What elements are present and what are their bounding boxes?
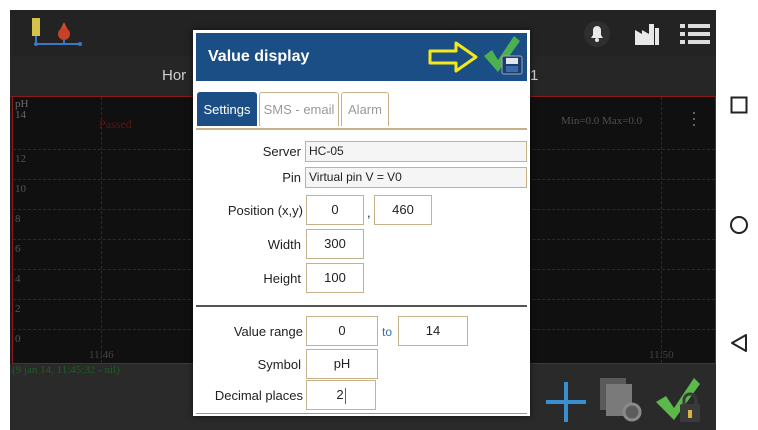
back-icon[interactable] bbox=[730, 333, 748, 358]
y-tick: 8 bbox=[15, 213, 21, 225]
decimal-places-value: 2 bbox=[336, 387, 344, 402]
value-range-to-label: to bbox=[382, 325, 393, 339]
decimal-places-label: Decimal places bbox=[214, 388, 303, 403]
tab-sms-email[interactable]: SMS - email bbox=[259, 92, 339, 126]
x-tick: 11:46 bbox=[89, 349, 114, 361]
list-menu-icon[interactable] bbox=[680, 22, 710, 51]
settings-pages-icon[interactable] bbox=[598, 376, 646, 429]
position-label: Position (x,y) bbox=[227, 203, 303, 218]
dialog-header: Value display bbox=[196, 33, 527, 81]
y-tick: 12 bbox=[15, 153, 26, 165]
value-display-dialog: Value display Settings SMS - email Alarm… bbox=[193, 30, 530, 416]
status-text: Passed bbox=[99, 117, 132, 131]
home-icon[interactable] bbox=[729, 215, 749, 240]
server-field[interactable]: HC-05 bbox=[305, 141, 527, 162]
kebab-menu-icon[interactable]: · · · bbox=[691, 103, 697, 133]
height-label: Height bbox=[263, 271, 301, 286]
status-line: (9 jan 14, 11:45:32 - nil) bbox=[12, 364, 120, 376]
factory-icon[interactable] bbox=[634, 22, 660, 51]
arrow-right-icon bbox=[428, 40, 480, 79]
symbol-input[interactable]: pH bbox=[306, 349, 378, 379]
decimal-places-input[interactable]: 2 bbox=[306, 380, 376, 410]
y-tick: 2 bbox=[15, 303, 21, 315]
check-lock-icon[interactable] bbox=[654, 378, 704, 430]
chart-unit: pH 14 bbox=[15, 99, 28, 121]
unit-max: 14 bbox=[15, 109, 26, 121]
dialog-tabs: Settings SMS - email Alarm bbox=[196, 90, 527, 130]
level-sensor-icon[interactable] bbox=[24, 16, 84, 57]
pin-field[interactable]: Virtual pin V = V0 bbox=[305, 167, 527, 188]
recents-icon[interactable] bbox=[730, 96, 748, 119]
position-x-input[interactable]: 0 bbox=[306, 195, 364, 225]
save-check-icon[interactable] bbox=[482, 36, 526, 83]
plus-icon[interactable] bbox=[546, 382, 586, 427]
minmax-text: Min=0.0 Max=0.0 bbox=[561, 115, 643, 127]
page-tab-home[interactable]: Hor bbox=[162, 67, 186, 84]
value-range-from-input[interactable]: 0 bbox=[306, 316, 378, 346]
server-label: Server bbox=[262, 144, 301, 159]
width-label: Width bbox=[267, 237, 301, 252]
x-tick: 11:50 bbox=[649, 349, 674, 361]
tab-alarm[interactable]: Alarm bbox=[341, 92, 389, 126]
y-tick: 4 bbox=[15, 273, 21, 285]
dialog-title: Value display bbox=[208, 48, 310, 65]
pin-label: Pin bbox=[282, 170, 301, 185]
bottom-divider bbox=[196, 413, 527, 414]
page-tab-right[interactable]: 1 bbox=[530, 67, 538, 84]
y-tick: 6 bbox=[15, 243, 21, 255]
text-cursor bbox=[344, 387, 346, 404]
value-range-to-input[interactable]: 14 bbox=[398, 316, 468, 346]
android-nav-bar bbox=[716, 0, 758, 430]
position-separator: , bbox=[367, 205, 371, 220]
value-range-label: Value range bbox=[233, 324, 303, 339]
grid-line bbox=[661, 97, 663, 363]
grid-line bbox=[101, 97, 103, 363]
bell-icon[interactable] bbox=[583, 20, 611, 53]
width-input[interactable]: 300 bbox=[306, 229, 364, 259]
y-tick: 0 bbox=[15, 333, 21, 345]
section-divider bbox=[196, 305, 527, 307]
symbol-label: Symbol bbox=[257, 357, 301, 372]
position-y-input[interactable]: 460 bbox=[374, 195, 432, 225]
height-input[interactable]: 100 bbox=[306, 263, 364, 293]
y-tick: 10 bbox=[15, 183, 26, 195]
tab-settings[interactable]: Settings bbox=[197, 92, 257, 126]
